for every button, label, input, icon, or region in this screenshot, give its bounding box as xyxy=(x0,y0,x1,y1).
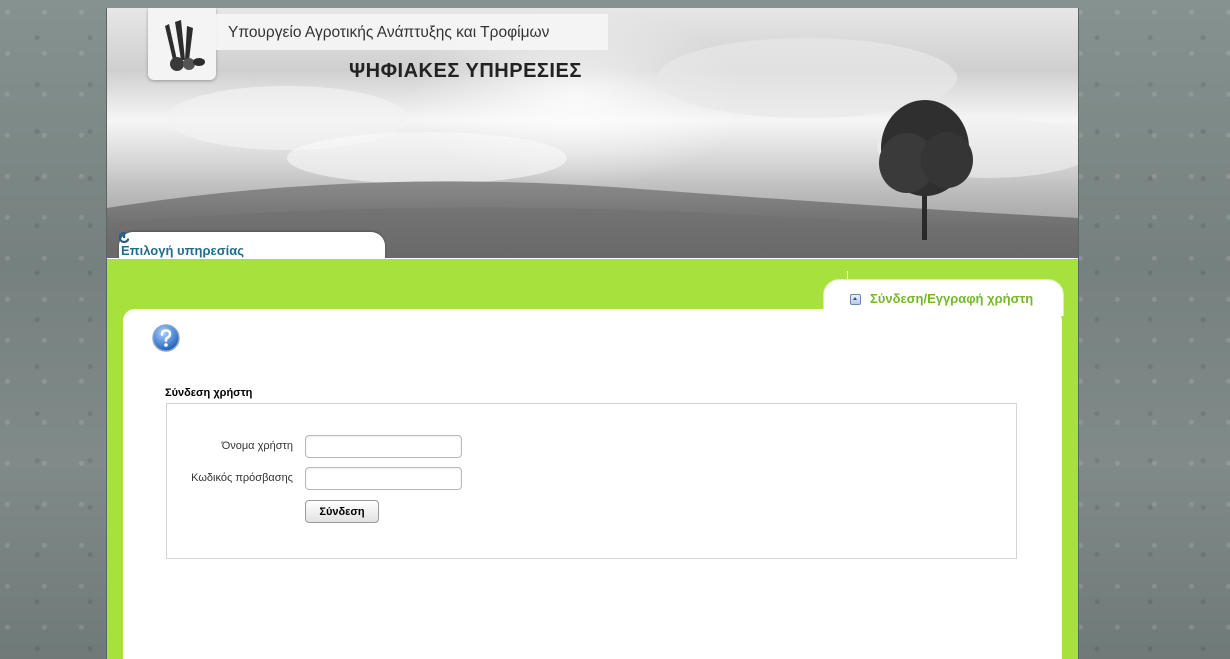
service-selector-tab[interactable]: Επιλογή υπηρεσίας xyxy=(119,232,385,258)
main-content-panel: Σύνδεση χρήστη Όνομα χρήστη Κωδικός πρόσ… xyxy=(123,309,1062,659)
collapse-icon[interactable] xyxy=(850,294,861,305)
username-label: Όνομα χρήστη xyxy=(221,440,293,452)
login-form: Όνομα χρήστη Κωδικός πρόσβασης Σύνδεση xyxy=(166,403,1017,559)
password-label: Κωδικός πρόσβασης xyxy=(191,472,293,484)
header-banner: Υπουργείο Αγροτικής Ανάπτυξης και Τροφίμ… xyxy=(107,8,1078,258)
ministry-title: Υπουργείο Αγροτικής Ανάπτυξης και Τροφίμ… xyxy=(228,24,550,41)
help-icon[interactable] xyxy=(152,324,180,352)
header-divider xyxy=(107,258,1078,259)
service-selector-label[interactable]: Επιλογή υπηρεσίας xyxy=(121,243,244,258)
services-title: ΨΗΦΙΑΚΕΣ ΥΠΗΡΕΣΙΕΣ xyxy=(349,60,582,82)
login-register-label[interactable]: Σύνδεση/Εγγραφή χρήστη xyxy=(870,291,1033,306)
ministry-emblem-icon xyxy=(165,20,205,71)
section-title: Σύνδεση χρήστη xyxy=(165,387,253,399)
login-button[interactable]: Σύνδεση xyxy=(305,500,379,523)
username-field[interactable] xyxy=(305,435,462,458)
page-frame: Υπουργείο Αγροτικής Ανάπτυξης και Τροφίμ… xyxy=(106,8,1079,659)
logo-box[interactable] xyxy=(148,8,216,80)
password-field[interactable] xyxy=(305,467,462,490)
refresh-icon[interactable] xyxy=(119,232,129,244)
